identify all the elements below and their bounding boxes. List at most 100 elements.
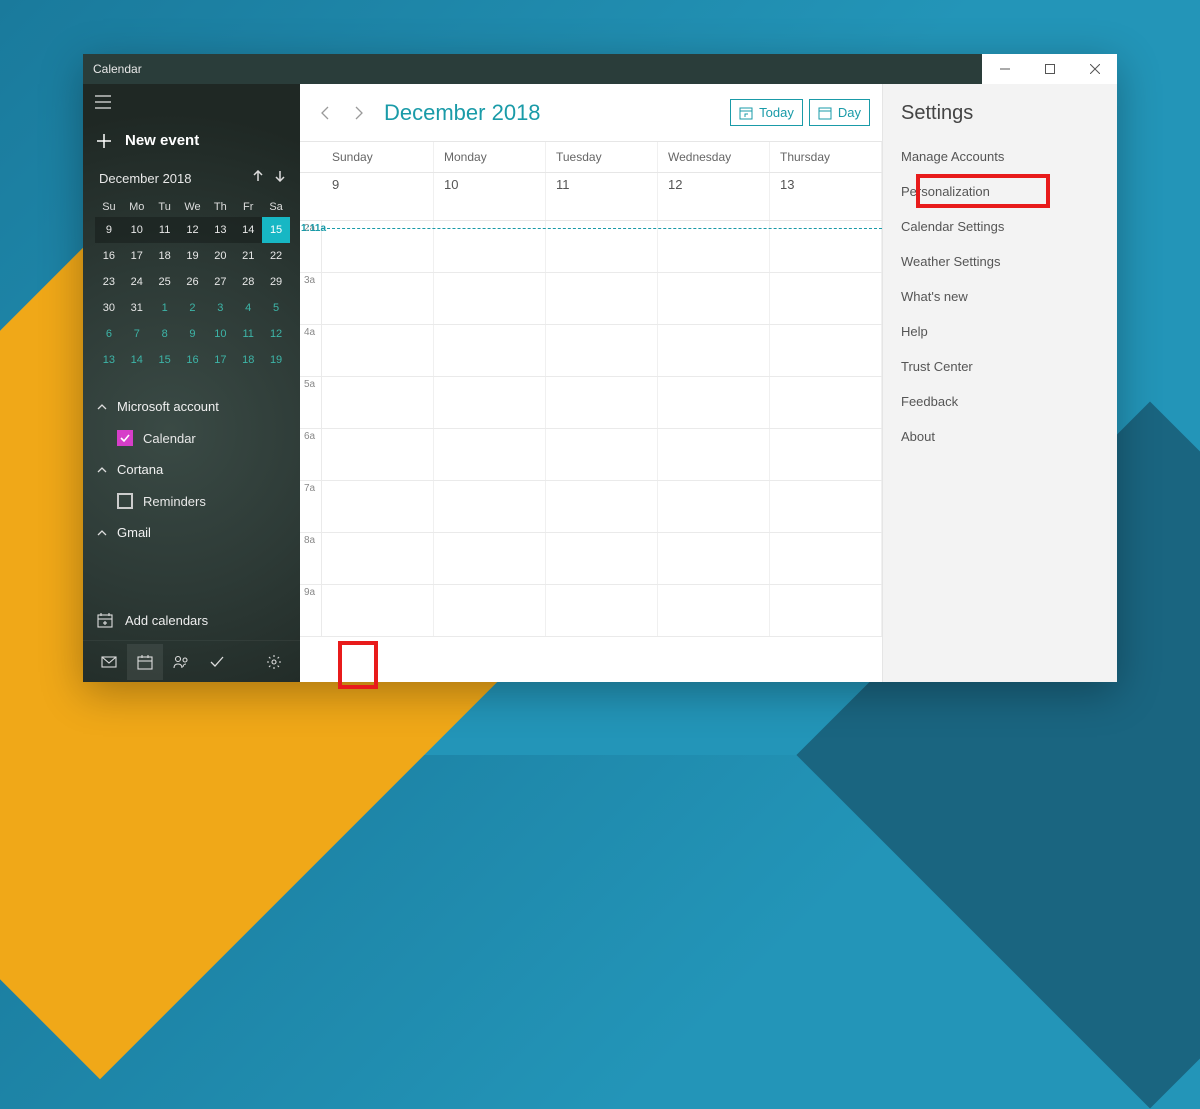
mini-calendar-day[interactable]: 16 xyxy=(179,347,207,373)
time-grid[interactable]: 1:11a 2a3a4a5a6a7a8a9a xyxy=(300,221,882,682)
time-slot[interactable] xyxy=(434,585,546,636)
time-slot[interactable] xyxy=(770,533,882,584)
time-slot[interactable] xyxy=(770,585,882,636)
settings-item-help[interactable]: Help xyxy=(883,314,1117,349)
mini-calendar-day[interactable]: 23 xyxy=(95,269,123,295)
mini-calendar-day[interactable]: 10 xyxy=(123,217,151,243)
time-slot[interactable] xyxy=(322,325,434,376)
mini-calendar-day[interactable]: 6 xyxy=(95,321,123,347)
settings-item-what-s-new[interactable]: What's new xyxy=(883,279,1117,314)
mini-calendar-day[interactable]: 3 xyxy=(206,295,234,321)
mini-calendar-day[interactable]: 16 xyxy=(95,243,123,269)
time-slot[interactable] xyxy=(434,533,546,584)
mini-calendar-day[interactable]: 20 xyxy=(206,243,234,269)
mini-calendar-day[interactable]: 2 xyxy=(179,295,207,321)
time-row[interactable]: 9a xyxy=(300,585,882,637)
calendar-toggle[interactable]: Calendar xyxy=(97,422,290,454)
mini-calendar-day[interactable]: 14 xyxy=(234,217,262,243)
people-app-button[interactable] xyxy=(163,644,199,680)
date-cell[interactable]: 12 xyxy=(658,173,770,220)
mini-calendar-day[interactable]: 9 xyxy=(95,217,123,243)
time-slot[interactable] xyxy=(658,429,770,480)
time-slot[interactable] xyxy=(658,481,770,532)
time-slot[interactable] xyxy=(546,533,658,584)
mini-calendar-day[interactable]: 18 xyxy=(151,243,179,269)
todo-app-button[interactable] xyxy=(199,644,235,680)
mini-calendar-day[interactable]: 29 xyxy=(262,269,290,295)
settings-item-manage-accounts[interactable]: Manage Accounts xyxy=(883,139,1117,174)
prev-period-button[interactable] xyxy=(312,99,340,127)
date-cell[interactable]: 13 xyxy=(770,173,882,220)
mini-calendar-day[interactable]: 11 xyxy=(234,321,262,347)
next-period-button[interactable] xyxy=(344,99,372,127)
mini-calendar-day[interactable]: 12 xyxy=(179,217,207,243)
time-slot[interactable] xyxy=(658,325,770,376)
mini-calendar-day[interactable]: 8 xyxy=(151,321,179,347)
mini-calendar-day[interactable]: 9 xyxy=(179,321,207,347)
time-slot[interactable] xyxy=(434,377,546,428)
mini-calendar-day[interactable]: 31 xyxy=(123,295,151,321)
date-cell[interactable]: 10 xyxy=(434,173,546,220)
mini-calendar-day[interactable]: 5 xyxy=(262,295,290,321)
account-header[interactable]: Microsoft account xyxy=(97,391,290,422)
mini-calendar-day[interactable]: 25 xyxy=(151,269,179,295)
date-cell[interactable]: 9 xyxy=(322,173,434,220)
close-button[interactable] xyxy=(1072,54,1117,84)
mini-calendar-day[interactable]: 7 xyxy=(123,321,151,347)
date-cell[interactable]: 11 xyxy=(546,173,658,220)
time-slot[interactable] xyxy=(322,585,434,636)
time-slot[interactable] xyxy=(770,481,882,532)
mini-calendar-day[interactable]: 21 xyxy=(234,243,262,269)
time-row[interactable]: 3a xyxy=(300,273,882,325)
time-slot[interactable] xyxy=(546,325,658,376)
time-row[interactable]: 6a xyxy=(300,429,882,481)
time-slot[interactable] xyxy=(770,429,882,480)
time-row[interactable]: 5a xyxy=(300,377,882,429)
calendar-app-button[interactable] xyxy=(127,644,163,680)
settings-item-about[interactable]: About xyxy=(883,419,1117,454)
minimize-button[interactable] xyxy=(982,54,1027,84)
settings-item-personalization[interactable]: Personalization xyxy=(883,174,1117,209)
time-slot[interactable] xyxy=(546,585,658,636)
time-slot[interactable] xyxy=(546,429,658,480)
view-selector[interactable]: Day xyxy=(809,99,870,126)
time-slot[interactable] xyxy=(658,273,770,324)
mini-calendar-day[interactable]: 30 xyxy=(95,295,123,321)
mini-calendar-day[interactable]: 14 xyxy=(123,347,151,373)
checkbox[interactable] xyxy=(117,430,133,446)
time-row[interactable]: 4a xyxy=(300,325,882,377)
time-slot[interactable] xyxy=(658,533,770,584)
mini-calendar-day[interactable]: 1 xyxy=(151,295,179,321)
hamburger-button[interactable] xyxy=(83,84,123,120)
settings-item-trust-center[interactable]: Trust Center xyxy=(883,349,1117,384)
time-slot[interactable] xyxy=(658,585,770,636)
checkbox[interactable] xyxy=(117,493,133,509)
time-slot[interactable] xyxy=(322,533,434,584)
time-slot[interactable] xyxy=(770,325,882,376)
maximize-button[interactable] xyxy=(1027,54,1072,84)
mini-calendar-prev[interactable] xyxy=(252,169,264,187)
mini-calendar-day[interactable]: 13 xyxy=(95,347,123,373)
time-slot[interactable] xyxy=(434,429,546,480)
settings-item-weather-settings[interactable]: Weather Settings xyxy=(883,244,1117,279)
mini-calendar-day[interactable]: 22 xyxy=(262,243,290,269)
mini-calendar-day[interactable]: 11 xyxy=(151,217,179,243)
mini-calendar-day[interactable]: 12 xyxy=(262,321,290,347)
time-slot[interactable] xyxy=(546,273,658,324)
settings-item-calendar-settings[interactable]: Calendar Settings xyxy=(883,209,1117,244)
account-header[interactable]: Cortana xyxy=(97,454,290,485)
mini-calendar-month[interactable]: December 2018 xyxy=(99,171,192,186)
time-slot[interactable] xyxy=(434,481,546,532)
mail-app-button[interactable] xyxy=(91,644,127,680)
mini-calendar-day[interactable]: 15 xyxy=(262,217,290,243)
time-row[interactable]: 7a xyxy=(300,481,882,533)
mini-calendar-next[interactable] xyxy=(274,169,286,187)
mini-calendar-day[interactable]: 18 xyxy=(234,347,262,373)
time-row[interactable]: 8a xyxy=(300,533,882,585)
mini-calendar-day[interactable]: 17 xyxy=(206,347,234,373)
time-slot[interactable] xyxy=(322,273,434,324)
settings-button[interactable] xyxy=(256,644,292,680)
new-event-button[interactable]: New event xyxy=(83,120,300,163)
mini-calendar-day[interactable]: 28 xyxy=(234,269,262,295)
mini-calendar-day[interactable]: 19 xyxy=(262,347,290,373)
